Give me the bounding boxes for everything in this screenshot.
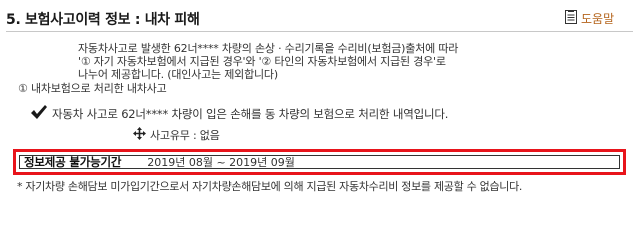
- check-icon: [30, 104, 48, 124]
- period-label: 정보제공 불가능기간: [24, 155, 122, 169]
- accident-row: 사고유무 : 없음: [133, 125, 220, 144]
- help-button[interactable]: 도움말: [565, 9, 614, 28]
- period-row: 정보제공 불가능기간 2019년 08월 ~ 2019년 09월: [19, 155, 620, 169]
- period-value: 2019년 08월 ~ 2019년 09월: [147, 156, 295, 169]
- check-text: 자동차 사고로 62너**** 차량이 입은 손해를 동 차량의 보험으로 처리…: [52, 107, 449, 121]
- move-arrows-icon: [133, 125, 146, 144]
- subsection-label: ① 내차보험으로 처리한 내차사고: [18, 82, 167, 95]
- title-divider: [6, 31, 633, 32]
- footnote: * 자기차량 손해담보 미가입기간으로서 자기차량손해담보에 의해 지급된 자동…: [17, 180, 523, 193]
- help-label: 도움말: [581, 12, 615, 26]
- document-icon: [565, 9, 577, 28]
- accident-status: 사고유무 : 없음: [150, 128, 220, 142]
- period-highlight-box: 정보제공 불가능기간 2019년 08월 ~ 2019년 09월: [13, 149, 626, 175]
- section-title: 5. 보험사고이력 정보 : 내차 피해: [6, 12, 200, 28]
- check-row: 자동차 사고로 62너**** 차량이 입은 손해를 동 차량의 보험으로 처리…: [30, 104, 448, 124]
